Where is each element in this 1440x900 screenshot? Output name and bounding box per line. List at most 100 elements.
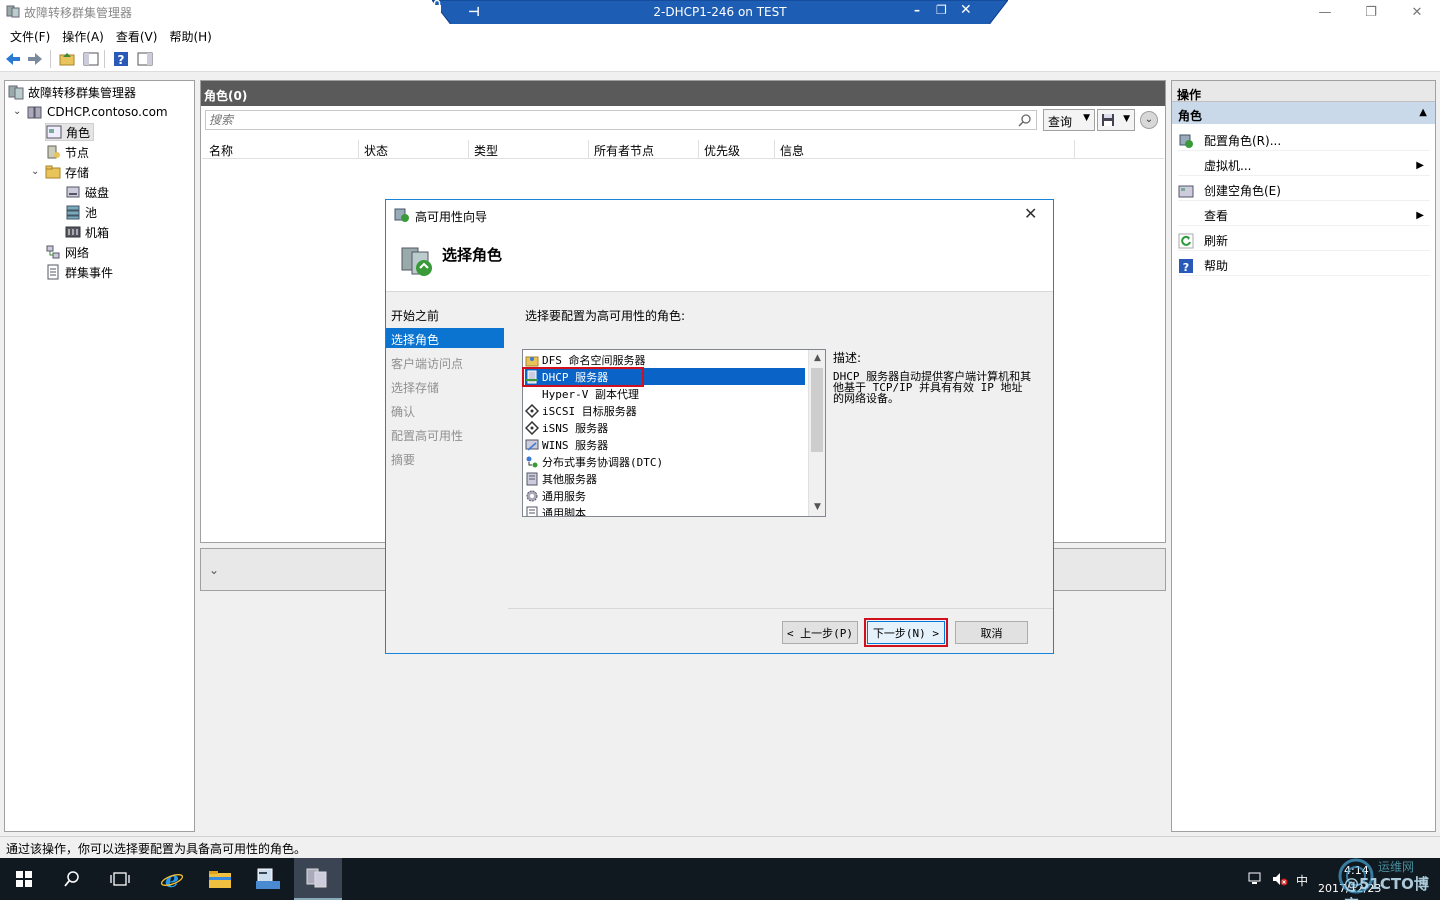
wizard-icon [394,208,409,222]
tree-item-storage[interactable]: 存储 [45,163,89,181]
menu-file[interactable]: 文件(F) [4,24,56,46]
forward-arrow-icon[interactable] [26,50,44,68]
taskbar-ie[interactable]: e [148,858,196,900]
action-create-empty-role[interactable]: 创建空角色(E) [1178,181,1430,201]
save-query-button[interactable]: ▼ [1097,109,1135,131]
close-icon[interactable]: ✕ [1024,204,1037,223]
taskbar-server-manager[interactable] [244,858,292,900]
minimize-button[interactable]: — [1302,0,1348,24]
back-button[interactable]: < 上一步(P) [782,621,858,644]
role-label: 通用脚本 [542,506,586,517]
taskbar-cluster-manager[interactable] [294,858,342,900]
rdp-minimize-button[interactable]: – [914,3,920,17]
tree-item-networks[interactable]: 网络 [45,243,89,261]
action-view[interactable]: 查看 ▶ [1178,206,1430,226]
collapse-icon[interactable]: ▲ [1419,107,1427,118]
highlight-box [522,367,644,387]
column-name[interactable]: 名称 [209,142,233,159]
tree-item-disks[interactable]: 磁盘 [65,183,109,201]
list-item[interactable]: 分布式事务协调器(DTC) [525,453,805,470]
wizard-step-before-you-begin[interactable]: 开始之前 [386,304,504,324]
show-hide-action-pane-icon[interactable] [136,50,154,68]
column-type[interactable]: 类型 [474,142,498,159]
back-arrow-icon[interactable] [4,50,22,68]
actions-section-roles[interactable]: 角色 ▲ [1172,102,1435,124]
app-title: 故障转移群集管理器 [24,6,133,20]
blank-icon [525,387,539,401]
blank-icon [1178,208,1194,224]
search-input[interactable] [206,111,1006,129]
rdp-title: 2-DHCP1-246 on TEST [653,5,787,19]
scroll-up-icon[interactable]: ▲ [809,350,825,367]
toolbar-divider [104,50,105,68]
volume-muted-icon[interactable] [1272,872,1288,886]
network-icon [46,245,60,259]
list-item[interactable]: Hyper-V 副本代理 [525,385,805,402]
cancel-button[interactable]: 取消 [955,621,1028,644]
search-icon[interactable] [1018,113,1032,127]
wizard-heading: 选择角色 [442,246,503,264]
isns-server-icon [525,420,539,435]
search-button[interactable] [48,858,96,900]
action-label: 创建空角色(E) [1204,184,1281,198]
tree-item-nodes[interactable]: 节点 [45,143,89,161]
ime-indicator[interactable]: 中 [1296,872,1308,889]
wizard-step-select-role[interactable]: 选择角色 [386,328,504,348]
list-item[interactable]: WINS 服务器 [525,436,805,453]
chevron-down-icon[interactable]: ⌄ [31,166,41,177]
highlight-box [864,618,948,647]
menu-help[interactable]: 帮助(H) [163,24,217,46]
rdp-connection-bar: ⊣ 2-DHCP1-246 on TEST – ❐ ✕ [432,0,1008,26]
taskbar-explorer[interactable] [196,858,244,900]
up-folder-icon[interactable] [58,50,76,68]
action-configure-role[interactable]: 配置角色(R)... [1178,131,1430,151]
tree-item-enclosures[interactable]: 机箱 [65,223,109,241]
list-item[interactable]: 其他服务器 [525,470,805,487]
list-item[interactable]: iSNS 服务器 [525,419,805,436]
start-button[interactable] [0,858,48,900]
chevron-down-icon[interactable]: ⌄ [209,563,219,577]
list-item[interactable]: DFS 命名空间服务器 [525,351,805,368]
rdp-restore-button[interactable]: ❐ [936,3,947,17]
action-virtual-machines[interactable]: 虚拟机... ▶ [1178,156,1430,176]
role-label: DFS 命名空间服务器 [542,353,646,367]
list-item[interactable]: 通用服务 [525,487,805,504]
show-hide-tree-icon[interactable] [82,50,100,68]
tree-cluster[interactable]: CDHCP.contoso.com [27,103,168,121]
wizard-step-select-storage: 选择存储 [391,381,440,395]
tree-item-pools[interactable]: 池 [65,203,97,221]
action-refresh[interactable]: 刷新 [1178,231,1430,251]
chevron-down-icon[interactable]: ⌄ [13,106,23,117]
tree-root[interactable]: 故障转移群集管理器 [8,83,136,101]
list-item[interactable]: iSCSI 目标服务器 [525,402,805,419]
menu-view[interactable]: 查看(V) [110,24,164,46]
column-info[interactable]: 信息 [780,142,804,159]
column-priority[interactable]: 优先级 [704,142,740,159]
status-bar: 通过该操作，你可以选择要配置为具备高可用性的角色。 [0,836,1440,858]
nodes-icon [47,145,60,159]
column-status[interactable]: 状态 [364,142,388,159]
help-icon[interactable]: ? [112,50,130,68]
list-item[interactable]: 通用脚本 [525,504,805,517]
column-owner-node[interactable]: 所有者节点 [594,142,654,159]
scroll-thumb[interactable] [811,368,823,452]
network-tray-icon[interactable] [1248,872,1264,886]
scrollbar[interactable]: ▲ ▼ [808,350,825,516]
action-help[interactable]: ? 帮助 [1178,256,1430,276]
tree-item-events[interactable]: 群集事件 [45,263,113,281]
search-box [205,110,1037,130]
column-separator [774,140,775,159]
maximize-button[interactable]: ❐ [1348,0,1394,24]
tree-events-label: 群集事件 [65,265,114,280]
scroll-down-icon[interactable]: ▼ [809,499,825,516]
task-view-button[interactable] [96,858,144,900]
close-button[interactable]: ✕ [1394,0,1440,24]
menu-action[interactable]: 操作(A) [56,24,110,46]
expand-icon[interactable]: ⌄ [1140,111,1158,129]
svg-text:?: ? [1183,261,1189,274]
rdp-close-button[interactable]: ✕ [960,2,972,18]
svg-text:e: e [165,867,179,891]
task-view-icon [110,872,130,886]
query-button[interactable]: 查询 ▼ [1043,109,1095,131]
tree-item-roles[interactable]: 角色 [45,123,95,141]
